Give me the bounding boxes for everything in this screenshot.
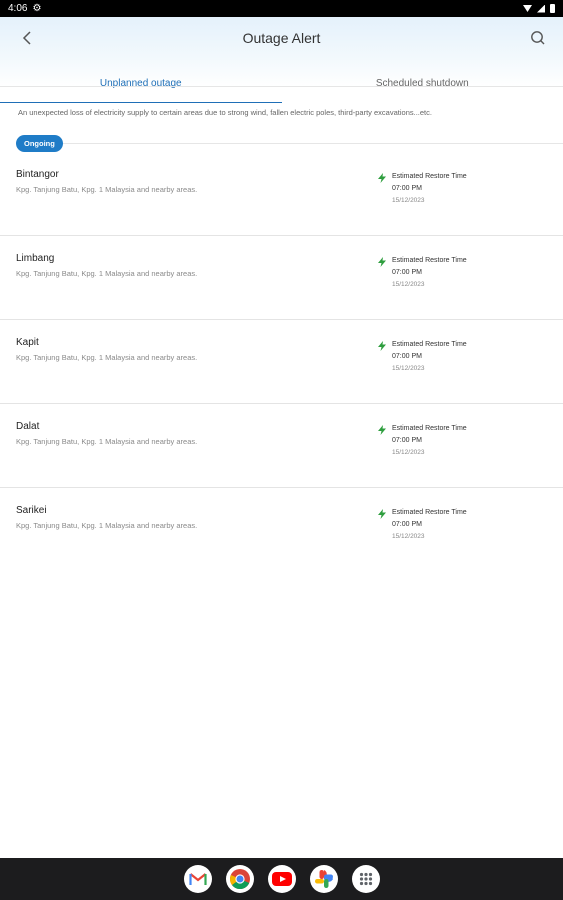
- outage-areas: Kpg. Tanjung Batu, Kpg. 1 Malaysia and n…: [16, 437, 198, 446]
- youtube-icon[interactable]: [267, 865, 296, 893]
- outage-item-kapit[interactable]: Kapit Kpg. Tanjung Batu, Kpg. 1 Malaysia…: [0, 320, 563, 404]
- outage-location: Dalat: [16, 421, 40, 432]
- signal-icon: [537, 4, 545, 13]
- restore-time: 07:00 PM: [392, 521, 422, 528]
- restore-date: 15/12/2023: [392, 449, 425, 456]
- tab-divider: [0, 86, 563, 87]
- outage-location: Kapit: [16, 337, 39, 348]
- wifi-icon: [523, 5, 532, 12]
- restore-label: Estimated Restore Time: [392, 341, 467, 348]
- restore-time: 07:00 PM: [392, 185, 422, 192]
- outage-item-dalat[interactable]: Dalat Kpg. Tanjung Batu, Kpg. 1 Malaysia…: [0, 404, 563, 488]
- restore-label: Estimated Restore Time: [392, 257, 467, 264]
- system-dock: [0, 858, 563, 900]
- restore-label: Estimated Restore Time: [392, 509, 467, 516]
- outage-areas: Kpg. Tanjung Batu, Kpg. 1 Malaysia and n…: [16, 353, 198, 362]
- lightning-bolt-icon: [378, 341, 386, 351]
- status-badge: Ongoing: [16, 135, 63, 152]
- settings-gear-icon: ⚙: [32, 3, 42, 14]
- outage-location: Bintangor: [16, 169, 59, 180]
- outage-areas: Kpg. Tanjung Batu, Kpg. 1 Malaysia and n…: [16, 521, 198, 530]
- gmail-icon[interactable]: [183, 865, 212, 893]
- tab-bar: Unplanned outage Scheduled shutdown: [0, 63, 563, 103]
- outage-location: Limbang: [16, 253, 55, 264]
- restore-label: Estimated Restore Time: [392, 173, 467, 180]
- app-header: Outage Alert Unplanned outage Scheduled …: [0, 17, 563, 103]
- outage-areas: Kpg. Tanjung Batu, Kpg. 1 Malaysia and n…: [16, 269, 198, 278]
- restore-date: 15/12/2023: [392, 197, 425, 204]
- app-drawer-icon[interactable]: [351, 865, 380, 893]
- tab-scheduled-shutdown[interactable]: Scheduled shutdown: [282, 63, 563, 103]
- restore-time: 07:00 PM: [392, 437, 422, 444]
- outage-item-bintangor[interactable]: Bintangor Kpg. Tanjung Batu, Kpg. 1 Mala…: [0, 152, 563, 236]
- restore-date: 15/12/2023: [392, 533, 425, 540]
- battery-icon: [550, 4, 555, 13]
- outage-description: An unexpected loss of electricity supply…: [18, 108, 432, 117]
- search-button[interactable]: [527, 27, 549, 49]
- section-divider: [63, 143, 563, 144]
- lightning-bolt-icon: [378, 173, 386, 183]
- restore-date: 15/12/2023: [392, 281, 425, 288]
- outage-item-sarikei[interactable]: Sarikei Kpg. Tanjung Batu, Kpg. 1 Malays…: [0, 488, 563, 572]
- lightning-bolt-icon: [378, 509, 386, 519]
- lightning-bolt-icon: [378, 257, 386, 267]
- restore-date: 15/12/2023: [392, 365, 425, 372]
- restore-time: 07:00 PM: [392, 353, 422, 360]
- outage-location: Sarikei: [16, 505, 47, 516]
- search-icon: [531, 31, 545, 45]
- chrome-icon[interactable]: [225, 865, 254, 893]
- status-time: 4:06: [8, 3, 28, 14]
- outage-areas: Kpg. Tanjung Batu, Kpg. 1 Malaysia and n…: [16, 185, 198, 194]
- restore-label: Estimated Restore Time: [392, 425, 467, 432]
- outage-list: Bintangor Kpg. Tanjung Batu, Kpg. 1 Mala…: [0, 152, 563, 572]
- status-bar: 4:06 ⚙: [0, 0, 563, 17]
- photos-icon[interactable]: [309, 865, 338, 893]
- page-title: Outage Alert: [242, 30, 321, 46]
- tab-unplanned-outage[interactable]: Unplanned outage: [0, 63, 282, 103]
- outage-item-limbang[interactable]: Limbang Kpg. Tanjung Batu, Kpg. 1 Malays…: [0, 236, 563, 320]
- lightning-bolt-icon: [378, 425, 386, 435]
- restore-time: 07:00 PM: [392, 269, 422, 276]
